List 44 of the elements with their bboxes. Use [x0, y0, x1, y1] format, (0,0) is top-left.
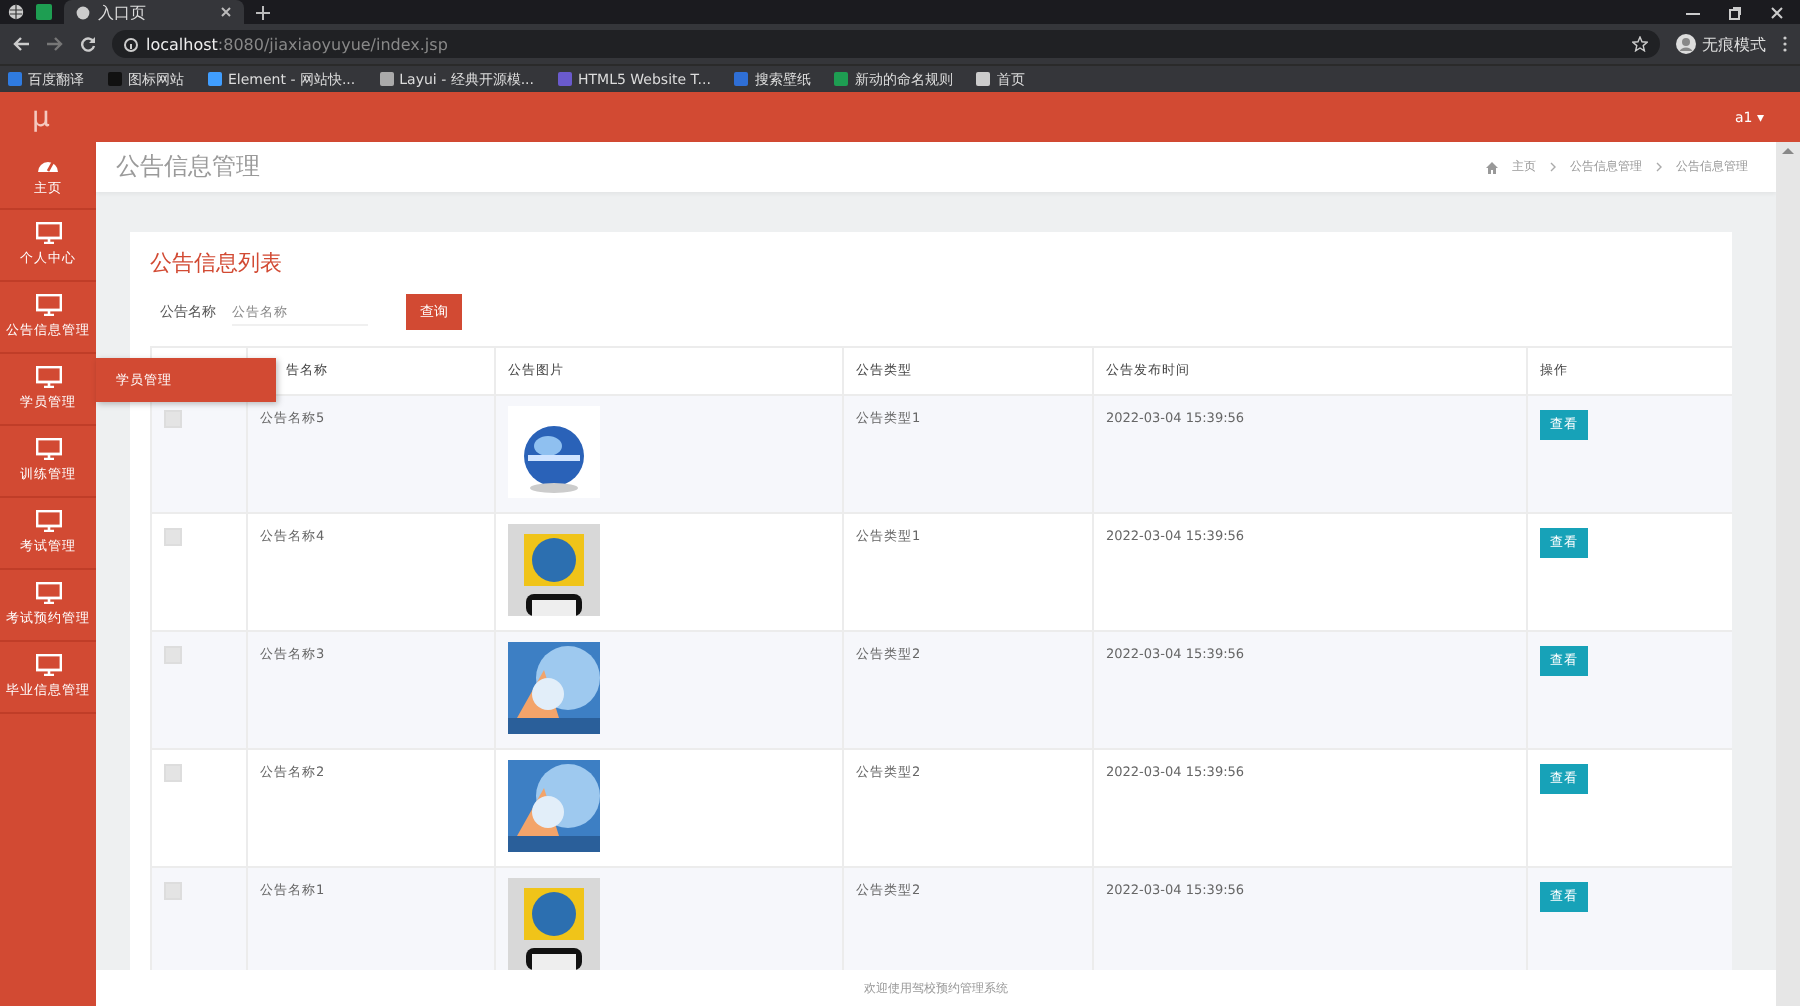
new-tab-icon[interactable]	[256, 5, 270, 19]
bookmark-icon	[108, 72, 122, 86]
bookmark-icon	[379, 72, 394, 86]
scroll-up-icon[interactable]	[1782, 146, 1794, 154]
monitor-icon	[35, 510, 61, 532]
bookmark-icon	[208, 72, 222, 86]
back-icon[interactable]	[12, 36, 30, 52]
row-checkbox[interactable]	[164, 528, 182, 546]
tab-title: 入口页	[98, 1, 146, 23]
info-icon	[124, 37, 138, 51]
bookmark-icon	[734, 72, 749, 86]
bookmark-icon	[976, 72, 991, 86]
row-checkbox[interactable]	[164, 764, 182, 782]
bookmark-icon	[834, 72, 849, 86]
profile-label[interactable]: 无痕模式	[1702, 33, 1766, 55]
list-title: 公告信息列表	[150, 248, 284, 278]
star-icon[interactable]	[1632, 36, 1648, 52]
globe-icon[interactable]	[8, 4, 24, 20]
monitor-icon	[35, 654, 61, 676]
page-title: 公告信息管理	[116, 150, 260, 184]
monitor-icon	[35, 222, 61, 244]
row-checkbox[interactable]	[164, 410, 182, 428]
avatar-icon	[1676, 34, 1696, 54]
forward-icon[interactable]	[46, 36, 64, 52]
logo: µ	[32, 101, 50, 133]
close-icon[interactable]	[1770, 5, 1784, 19]
reload-icon[interactable]	[80, 36, 96, 52]
home-icon	[1486, 161, 1498, 173]
monitor-icon	[35, 438, 61, 460]
close-icon[interactable]	[220, 6, 232, 18]
restore-icon[interactable]	[1728, 5, 1742, 19]
address-bar[interactable]: localhost:8080/jiaxiaoyuyue/index.jsp	[112, 30, 1660, 58]
bookmark-icon	[558, 72, 573, 86]
monitor-icon	[35, 582, 61, 604]
globe-icon	[76, 5, 90, 19]
browser-tab[interactable]: 入口页	[64, 0, 244, 24]
row-checkbox[interactable]	[164, 882, 182, 900]
row-checkbox[interactable]	[164, 646, 182, 664]
bookmark-icon	[8, 72, 22, 86]
menu-icon[interactable]	[1782, 36, 1788, 52]
monitor-icon	[35, 366, 61, 388]
chevron-icon	[1656, 162, 1662, 172]
monitor-icon	[35, 294, 61, 316]
chevron-icon	[1550, 162, 1556, 172]
